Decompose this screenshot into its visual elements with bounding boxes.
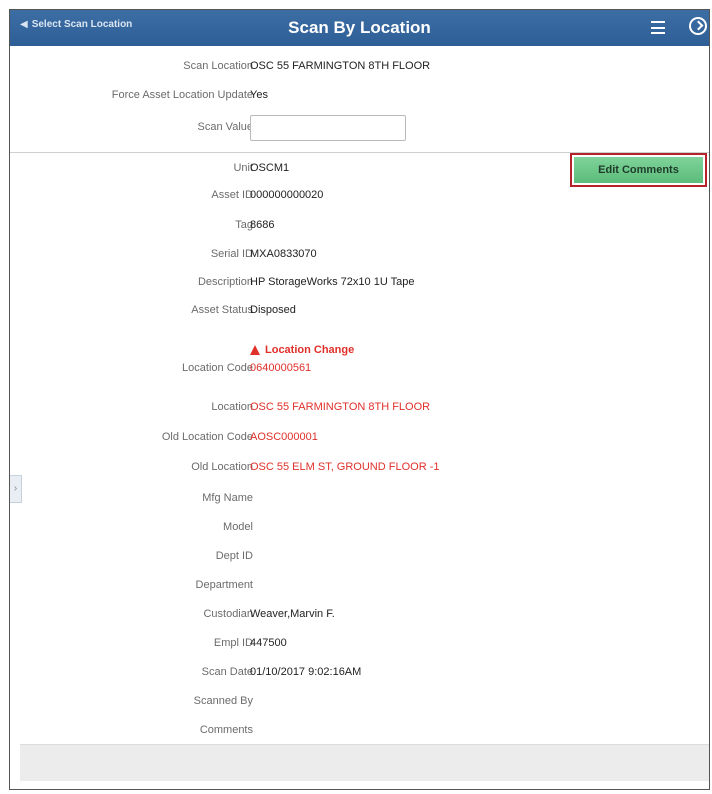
field-row: Dept ID <box>10 550 709 566</box>
field-row: Asset ID 000000000020 <box>10 189 709 205</box>
footer-bar <box>20 744 709 781</box>
field-label: Scanned By <box>193 695 253 707</box>
scan-value-input[interactable] <box>250 115 406 141</box>
header-bar: ◀ Select Scan Location Scan By Location <box>10 10 709 46</box>
field-label: Comments <box>199 724 253 736</box>
field-label: Location <box>211 401 253 413</box>
field-value: Disposed <box>250 304 296 316</box>
field-label: Model <box>223 521 253 533</box>
field-label: Scan Date <box>201 666 253 678</box>
field-value: 01/10/2017 9:02:16AM <box>250 666 362 678</box>
page-title: Scan By Location <box>288 18 431 37</box>
scan-location-label: Scan Location <box>183 60 253 72</box>
scan-location-value: OSC 55 FARMINGTON 8TH FLOOR <box>250 60 431 72</box>
hamburger-menu-icon[interactable] <box>651 21 665 34</box>
field-label: Location Code <box>182 362 253 374</box>
field-label: Description <box>197 276 253 288</box>
field-label: Department <box>195 579 253 591</box>
field-row: Description HP StorageWorks 72x10 1U Tape <box>10 276 709 292</box>
field-value: 447500 <box>250 637 287 649</box>
field-value: 0640000561 <box>250 362 312 374</box>
side-panel-toggle[interactable]: › <box>10 475 22 503</box>
field-row: Empl ID 447500 <box>10 637 709 653</box>
field-row: Old Location OSC 55 ELM ST, GROUND FLOOR … <box>10 461 709 477</box>
field-row: Serial ID MXA0833070 <box>10 248 709 264</box>
field-row: Old Location Code AOSC000001 <box>10 431 709 447</box>
field-row: Mfg Name <box>10 492 709 508</box>
field-value: 000000000020 <box>250 189 324 201</box>
scan-location-row: Scan Location OSC 55 FARMINGTON 8TH FLOO… <box>10 60 709 76</box>
field-row: Comments <box>10 724 709 740</box>
field-row: Location Code 0640000561 <box>10 362 709 378</box>
field-value: HP StorageWorks 72x10 1U Tape <box>250 276 415 288</box>
field-value: OSC 55 ELM ST, GROUND FLOOR -1 <box>250 461 440 473</box>
field-label: Custodian <box>203 608 253 620</box>
field-label: Empl ID <box>213 637 253 649</box>
field-label: Mfg Name <box>202 492 253 504</box>
field-value: OSCM1 <box>250 162 290 174</box>
field-row: Scan Date 01/10/2017 9:02:16AM <box>10 666 709 682</box>
field-label: Asset ID <box>211 189 253 201</box>
navbar-icon[interactable] <box>689 17 707 35</box>
field-row: Tag 8686 <box>10 219 709 235</box>
scan-value-label: Scan Value <box>197 121 253 133</box>
chevron-right-icon: › <box>13 483 18 494</box>
warning-icon <box>250 344 261 356</box>
field-value: MXA0833070 <box>250 248 317 260</box>
field-label: Serial ID <box>210 248 253 260</box>
force-update-value: Yes <box>250 89 268 101</box>
field-label: Dept ID <box>215 550 253 562</box>
scan-value-row: Scan Value <box>10 115 709 141</box>
field-row: Custodian Weaver,Marvin F. <box>10 608 709 624</box>
field-row: Unit OSCM1 <box>10 162 709 178</box>
field-value: 8686 <box>250 219 275 231</box>
field-row: Location OSC 55 FARMINGTON 8TH FLOOR <box>10 401 709 417</box>
field-row: Asset Status Disposed <box>10 304 709 320</box>
app-frame: ◀ Select Scan Location Scan By Location … <box>9 9 710 790</box>
location-change-alert: Location Change <box>250 344 354 356</box>
field-value: AOSC000001 <box>250 431 318 443</box>
field-value: Weaver,Marvin F. <box>250 608 335 620</box>
field-row: Department <box>10 579 709 595</box>
force-update-row: Force Asset Location Update Yes <box>10 89 709 105</box>
field-label: Old Location <box>191 461 253 473</box>
field-value: OSC 55 FARMINGTON 8TH FLOOR <box>250 401 431 413</box>
field-label: Old Location Code <box>161 431 253 443</box>
location-change-label: Location Change <box>265 344 355 356</box>
force-update-label: Force Asset Location Update <box>111 89 253 101</box>
field-row: Scanned By <box>10 695 709 711</box>
field-row: Model <box>10 521 709 537</box>
field-label: Asset Status <box>191 304 253 316</box>
